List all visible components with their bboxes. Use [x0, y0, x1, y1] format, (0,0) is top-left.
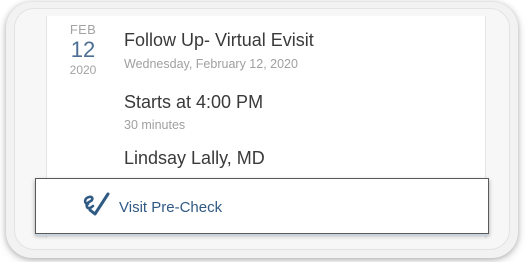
appointment-date: Wednesday, February 12, 2020: [124, 57, 298, 71]
visit-precheck-button[interactable]: Visit Pre-Check: [35, 178, 489, 234]
echeck-icon: [80, 189, 110, 217]
date-year: 2020: [69, 63, 97, 77]
appointment-provider: Lindsay Lally, MD: [124, 148, 265, 168]
visit-precheck-label: Visit Pre-Check: [119, 199, 223, 216]
appointment-title: Follow Up- Virtual Evisit: [124, 30, 314, 50]
date-day: 12: [70, 37, 96, 62]
divider: [35, 234, 489, 236]
date-badge: FEB 12 2020: [58, 22, 108, 77]
appointment-duration: 30 minutes: [124, 118, 186, 132]
date-month: FEB: [69, 22, 97, 37]
appointment-start-time: Starts at 4:00 PM: [124, 92, 264, 112]
